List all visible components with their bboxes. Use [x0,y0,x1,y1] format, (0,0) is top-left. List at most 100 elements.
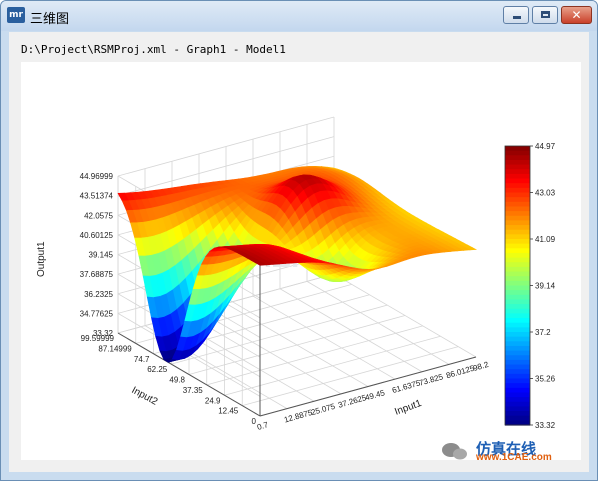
colorbar-band [505,225,530,231]
y-tick-label: 37.35 [183,386,204,395]
close-icon: ✕ [571,8,582,22]
colorbar-band [505,392,530,398]
colorbar-band [505,187,530,194]
title-bar[interactable]: mr 三维图 ✕ [1,1,597,31]
colorbar-band [505,220,530,226]
colorbar-band [505,211,530,217]
x-tick-label: 98.2 [472,360,490,373]
colorbar-band [505,234,530,240]
x-tick-label: 49.45 [364,388,386,402]
file-path-label: D:\Project\RSMProj.xml - Graph1 - Model1 [21,43,286,56]
z-tick-label: 36.2325 [84,290,113,299]
app-window: mr 三维图 ✕ D:\Project\RSMProj.xml - Graph1… [0,0,598,481]
x-tick-label: 61.6375 [391,378,422,395]
x-tick-label: 0.7 [256,420,270,432]
colorbar-band [505,318,530,324]
colorbar-band [505,415,530,421]
colorbar-band [505,304,530,310]
colorbar-band [505,383,530,389]
colorbar-band [505,262,530,268]
wechat-icon [442,443,467,460]
colorbar-band [505,248,530,254]
colorbar-band [505,350,530,356]
z-tick-label: 37.68875 [80,270,114,279]
x-tick-label: 12.8875 [283,408,314,425]
colorbar-band [505,155,530,161]
colorbar-band [505,229,530,235]
colorbar-band [505,341,530,347]
colorbar-band [505,299,530,305]
colorbar-band [505,192,530,198]
minimize-icon [513,16,521,19]
colorbar-band [505,322,530,328]
x-tick-label: 37.2625 [337,393,368,410]
colorbar-band [505,183,530,189]
z-tick-label: 43.51374 [80,192,114,201]
x-tick-label: 86.0125 [445,364,476,381]
colorbar-band [505,355,530,361]
colorbar-band [505,359,530,366]
colorbar-tick-label: 39.14 [535,282,556,291]
z-tick-label: 39.145 [89,251,114,260]
colorbar-tick-label: 33.32 [535,421,556,430]
colorbar-tick-label: 37.2 [535,328,551,337]
close-button[interactable]: ✕ [561,6,592,24]
colorbar-band [505,206,530,212]
colorbar-band [505,252,530,259]
colorbar-band [505,285,530,291]
colorbar-band [505,266,530,273]
colorbar-band [505,397,530,403]
y-tick-label: 0 [252,417,257,426]
maximize-button[interactable] [532,6,558,24]
z-tick-label: 44.96999 [80,172,114,181]
surface-plot: 1CAE.COM 0.712.887525.07537.262549.4561.… [36,116,556,463]
colorbar-band [505,164,530,170]
colorbar-band [505,239,530,245]
y-tick-label: 12.45 [218,407,239,416]
colorbar-band [505,243,530,249]
colorbar-band [505,294,530,301]
client-area: D:\Project\RSMProj.xml - Graph1 - Model1… [9,32,589,472]
x-tick-label: 73.825 [418,372,445,388]
x-tick-label: 25.075 [310,402,337,418]
colorbar-band [505,178,530,184]
colorbar-band [505,336,530,342]
colorbar-tick-label: 41.09 [535,235,556,244]
colorbar-band [505,159,530,166]
colorbar-band [505,257,530,263]
colorbar-band [505,308,530,314]
colorbar-band [505,215,530,221]
y-tick-label: 49.8 [169,376,185,385]
window-title: 三维图 [30,12,70,27]
colorbar-band [505,197,530,203]
colorbar-band [505,378,530,384]
colorbar-band [505,276,530,282]
colorbar-tick-label: 44.97 [535,142,556,151]
colorbar-band [505,387,530,394]
maximize-icon [541,11,550,18]
plot-canvas[interactable]: 1CAE.COM 0.712.887525.07537.262549.4561.… [21,62,581,463]
colorbar-band [505,201,530,208]
colorbar-band [505,345,530,352]
brand-url: www.1CAE.com [475,452,552,460]
colorbar: 44.97 43.03 41.09 39.14 37.2 35.26 33.32 [504,142,556,430]
y-tick-label: 24.9 [205,396,221,405]
y-tick-label: 74.7 [134,355,150,364]
colorbar-band [505,369,530,375]
colorbar-band [505,150,530,156]
colorbar-band [505,401,530,407]
z-tick-label: 40.60125 [80,231,114,240]
z-tick-label: 34.77625 [80,309,114,318]
colorbar-band [505,327,530,333]
z-tick-label: 33.32 [93,329,114,338]
colorbar-band [505,146,530,152]
x-axis-label: Input1 [393,398,423,418]
colorbar-band [505,169,530,175]
colorbar-band [505,406,530,412]
colorbar-band [505,411,530,417]
y-tick-label: 87.14999 [98,344,132,353]
colorbar-tick-label: 35.26 [535,375,556,384]
colorbar-tick-label: 43.03 [535,189,556,198]
colorbar-band [505,290,530,296]
minimize-button[interactable] [503,6,529,24]
